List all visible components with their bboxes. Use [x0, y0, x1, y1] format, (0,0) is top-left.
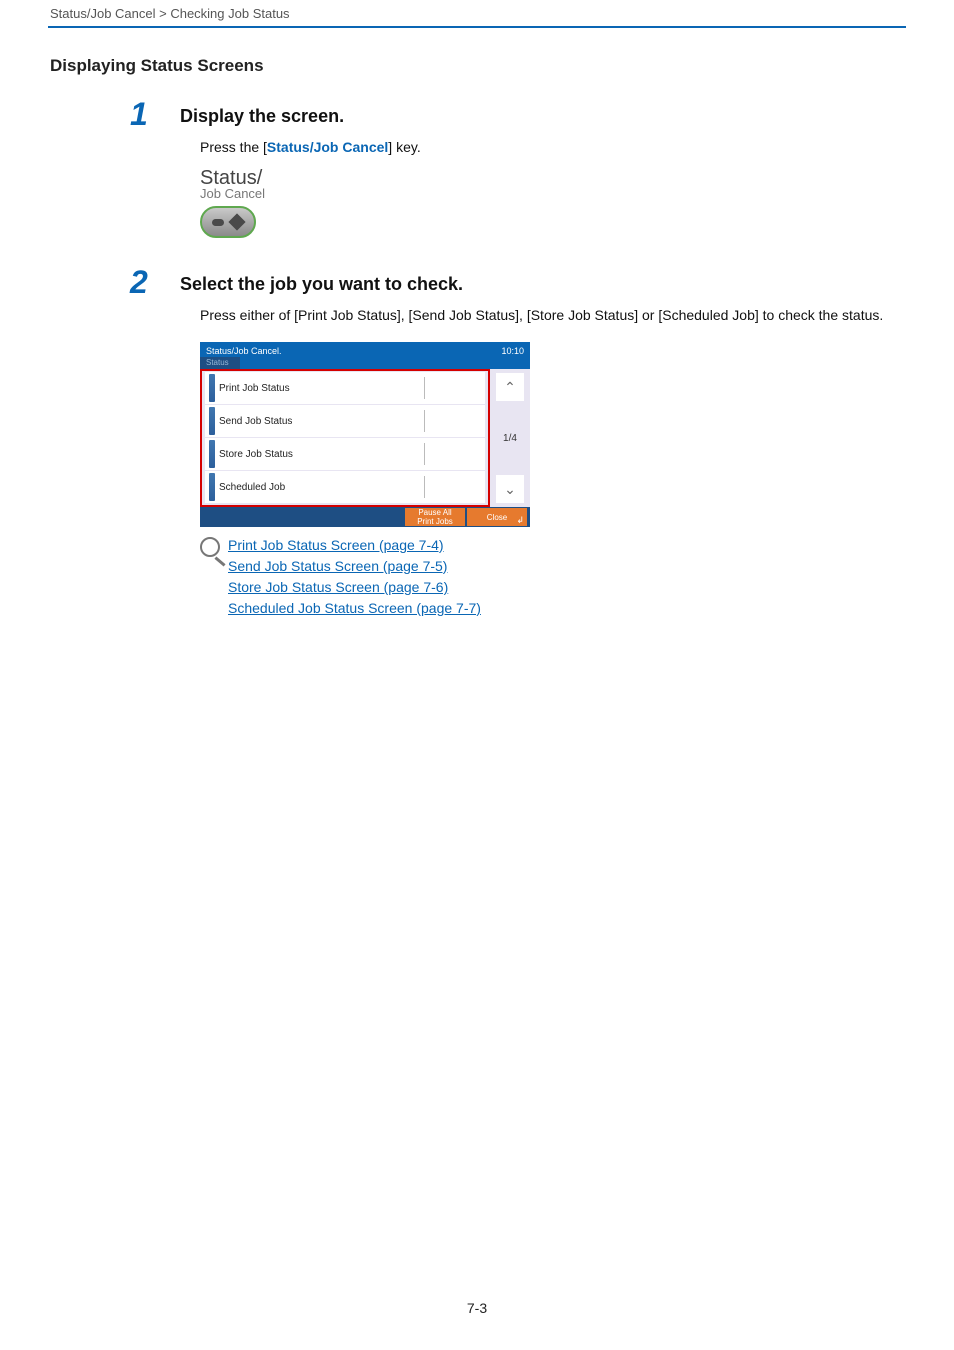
pause-btn-line1: Pause All: [418, 508, 451, 517]
link-print-job-status-screen[interactable]: Print Job Status Screen (page 7-4): [228, 537, 444, 553]
hardware-key-graphic: Status/ Job Cancel: [180, 168, 904, 238]
close-btn-label: Close: [487, 513, 507, 522]
hw-key-label: Status/ Job Cancel: [200, 168, 904, 200]
step-2-body: Press either of [Print Job Status], [Sen…: [180, 305, 900, 326]
panel-row-label: Store Job Status: [219, 449, 424, 460]
row-divider: [424, 443, 425, 465]
touch-panel-screenshot: Status/Job Cancel. 10:10 Status Print Jo…: [200, 342, 530, 527]
step-1-body-pre: Press the [: [200, 139, 267, 155]
step-number-1: 1: [130, 96, 148, 133]
breadcrumb: Status/Job Cancel > Checking Job Status: [0, 0, 954, 26]
hw-key-label-line2: Job Cancel: [200, 187, 904, 200]
row-accent: [209, 374, 215, 402]
panel-row-send-job-status[interactable]: Send Job Status: [205, 405, 485, 437]
scroll-up-button[interactable]: ⌃: [496, 373, 524, 401]
chevron-down-icon: ⌄: [504, 481, 516, 498]
panel-row-print-job-status[interactable]: Print Job Status: [205, 372, 485, 404]
magnifier-icon: [200, 537, 220, 557]
step-1-body: Press the [Status/Job Cancel] key.: [180, 137, 900, 158]
pause-all-print-jobs-button[interactable]: Pause All Print Jobs: [405, 508, 465, 526]
scroll-down-button[interactable]: ⌄: [496, 475, 524, 503]
panel-scrollbar: ⌃ 1/4 ⌄: [490, 369, 530, 507]
panel-time: 10:10: [501, 346, 524, 357]
panel-list: Print Job Status Send Job Status Store J…: [200, 369, 490, 507]
row-accent: [209, 440, 215, 468]
panel-row-label: Send Job Status: [219, 416, 424, 427]
diamond-icon: [229, 214, 246, 231]
row-divider: [424, 410, 425, 432]
row-divider: [424, 377, 425, 399]
link-send-job-status-screen[interactable]: Send Job Status Screen (page 7-5): [228, 558, 447, 574]
panel-row-label: Print Job Status: [219, 383, 424, 394]
link-scheduled-job-status-screen[interactable]: Scheduled Job Status Screen (page 7-7): [228, 600, 481, 616]
step-2: 2 Select the job you want to check. Pres…: [180, 274, 904, 619]
row-divider: [424, 476, 425, 498]
page-number: 7-3: [0, 1300, 954, 1316]
breadcrumb-rule: [48, 26, 906, 28]
enter-icon: ↲: [516, 516, 524, 525]
step-1-heading: Display the screen.: [180, 106, 904, 127]
page-indicator: 1/4: [496, 405, 524, 471]
status-job-cancel-keylabel[interactable]: Status/Job Cancel: [267, 139, 388, 155]
panel-row-store-job-status[interactable]: Store Job Status: [205, 438, 485, 470]
link-store-job-status-screen[interactable]: Store Job Status Screen (page 7-6): [228, 579, 448, 595]
hw-key-button: [200, 206, 256, 238]
panel-row-scheduled-job[interactable]: Scheduled Job: [205, 471, 485, 503]
step-1-body-post: ] key.: [388, 139, 420, 155]
panel-row-label: Scheduled Job: [219, 482, 424, 493]
step-1: 1 Display the screen. Press the [Status/…: [180, 106, 904, 238]
row-accent: [209, 407, 215, 435]
reference-links-block: Print Job Status Screen (page 7-4) Send …: [180, 535, 904, 619]
chevron-up-icon: ⌃: [504, 379, 516, 396]
panel-footer: Pause All Print Jobs Close ↲: [200, 507, 530, 527]
close-button[interactable]: Close ↲: [467, 508, 527, 526]
section-title: Displaying Status Screens: [0, 38, 954, 76]
reference-links-list: Print Job Status Screen (page 7-4) Send …: [228, 535, 481, 619]
row-accent: [209, 473, 215, 501]
step-2-heading: Select the job you want to check.: [180, 274, 904, 295]
panel-title-bar: Status/Job Cancel. 10:10: [206, 346, 524, 357]
panel-status-tab[interactable]: Status: [200, 357, 240, 369]
pause-btn-line2: Print Jobs: [417, 517, 453, 526]
step-number-2: 2: [130, 264, 148, 301]
panel-title: Status/Job Cancel.: [206, 346, 282, 357]
